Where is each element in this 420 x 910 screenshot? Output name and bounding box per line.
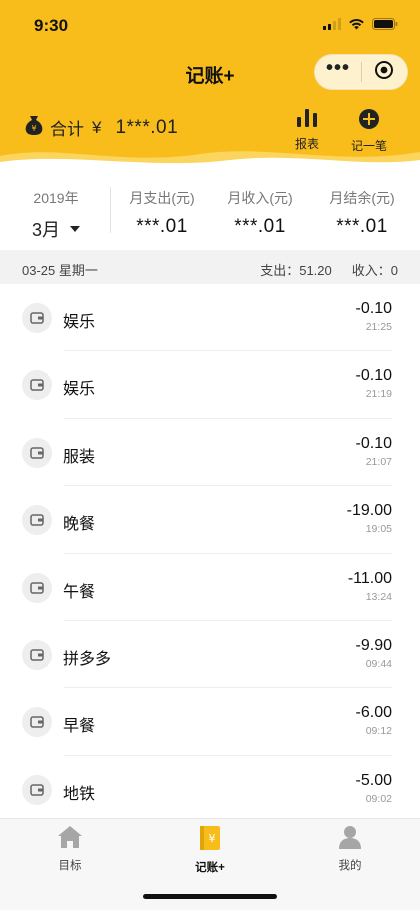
wifi-icon bbox=[348, 17, 365, 35]
month-summary: 2019年 3月 月支出(元) ***.01 月收入(元) ***.01 月结余… bbox=[0, 170, 420, 250]
record-time: 21:19 bbox=[365, 388, 392, 401]
monthly-income-label: 月收入(元) bbox=[227, 190, 293, 206]
tab-accounting[interactable]: ¥ 记账+ bbox=[170, 825, 250, 875]
total-label: 合计 bbox=[50, 120, 84, 139]
close-mini-program-button[interactable] bbox=[362, 60, 407, 85]
home-icon bbox=[57, 826, 83, 853]
record-amount: -5.00 bbox=[355, 771, 392, 789]
record-time: 09:12 bbox=[365, 725, 392, 738]
record-time: 13:24 bbox=[365, 590, 392, 603]
record-category: 午餐 bbox=[63, 583, 96, 601]
wallet-icon bbox=[22, 370, 52, 401]
total-value: 1***.01 bbox=[115, 116, 179, 138]
monthly-balance-label: 月结余(元) bbox=[329, 190, 395, 206]
record-category: 早餐 bbox=[63, 718, 96, 736]
tab-profile-label: 我的 bbox=[338, 860, 362, 872]
tab-profile[interactable]: 我的 bbox=[310, 825, 390, 873]
day-income: 收入：0 bbox=[351, 263, 398, 278]
record-time: 19:05 bbox=[365, 523, 392, 536]
svg-text:¥: ¥ bbox=[31, 124, 36, 133]
monthly-balance-value: ***.01 bbox=[336, 216, 388, 237]
monthly-expense: 月支出(元) ***.01 bbox=[122, 188, 202, 238]
mini-program-capsule: ••• bbox=[314, 54, 408, 90]
year-label: 2019年 bbox=[33, 190, 79, 206]
record-row[interactable]: 娱乐 -0.10 21:25 bbox=[0, 284, 420, 352]
month-label: 3月 bbox=[31, 220, 60, 240]
monthly-expense-value: ***.01 bbox=[136, 216, 188, 237]
summary-divider bbox=[110, 187, 111, 233]
record-list: 娱乐 -0.10 21:25 娱乐 -0.10 21:19 服装 -0.10 2… bbox=[0, 284, 420, 823]
tab-goals-label: 目标 bbox=[58, 860, 82, 872]
record-category: 服装 bbox=[63, 448, 96, 466]
record-row[interactable]: 娱乐 -0.10 21:19 bbox=[0, 351, 420, 419]
wallet-icon bbox=[22, 505, 52, 536]
record-amount: -0.10 bbox=[355, 300, 392, 317]
tab-accounting-label: 记账+ bbox=[195, 862, 225, 874]
currency-symbol: ¥ bbox=[92, 117, 102, 137]
record-row[interactable]: 服装 -0.10 21:07 bbox=[0, 419, 420, 487]
monthly-income-value: ***.01 bbox=[234, 216, 286, 237]
more-button[interactable]: ••• bbox=[315, 58, 361, 86]
record-amount: -6.00 bbox=[355, 704, 392, 722]
status-bar: 9:30 bbox=[0, 0, 420, 50]
bar-chart-icon bbox=[296, 109, 318, 132]
money-bag-icon: ¥ bbox=[24, 114, 44, 141]
record-row[interactable]: 午餐 -11.00 13:24 bbox=[0, 554, 420, 621]
monthly-income: 月收入(元) ***.01 bbox=[220, 188, 300, 238]
record-category: 晚餐 bbox=[63, 516, 96, 534]
record-row[interactable]: 拼多多 -9.90 09:44 bbox=[0, 621, 420, 689]
month-picker[interactable]: 2019年 3月 bbox=[26, 188, 86, 242]
day-expense: 支出：51.20 bbox=[260, 263, 332, 278]
wallet-icon bbox=[22, 774, 52, 805]
record-time: 21:07 bbox=[365, 455, 392, 468]
target-icon bbox=[374, 60, 394, 85]
day-header: 03-25 星期一 支出：51.20 收入：0 bbox=[0, 250, 420, 284]
record-amount: -9.90 bbox=[355, 636, 392, 654]
status-icons bbox=[323, 17, 398, 35]
wallet-icon bbox=[22, 437, 52, 468]
record-category: 娱乐 bbox=[63, 381, 96, 399]
monthly-balance: 月结余(元) ***.01 bbox=[322, 188, 402, 238]
monthly-expense-label: 月支出(元) bbox=[129, 190, 195, 206]
record-row[interactable]: 地铁 -5.00 09:02 bbox=[0, 756, 420, 823]
svg-text:¥: ¥ bbox=[209, 832, 216, 845]
caret-down-icon bbox=[70, 226, 80, 232]
total-balance: ¥ 合计 ¥ 1***.01 bbox=[24, 114, 178, 141]
record-amount: -0.10 bbox=[355, 367, 392, 385]
home-indicator bbox=[143, 894, 277, 899]
yen-book-icon: ¥ bbox=[199, 826, 221, 855]
header: 9:30 记账+ ••• ¥ 合计 ¥ 1***.01 报表 记一笔 bbox=[0, 0, 420, 170]
battery-icon bbox=[372, 17, 398, 35]
record-time: 09:02 bbox=[365, 792, 392, 805]
record-amount: -19.00 bbox=[346, 502, 392, 520]
record-amount: -0.10 bbox=[355, 434, 392, 452]
record-category: 娱乐 bbox=[63, 314, 96, 331]
tab-goals[interactable]: 目标 bbox=[30, 825, 110, 873]
status-time: 9:30 bbox=[34, 16, 69, 35]
record-row[interactable]: 晚餐 -19.00 19:05 bbox=[0, 486, 420, 554]
record-category: 地铁 bbox=[63, 785, 96, 803]
user-icon bbox=[338, 826, 362, 853]
wallet-icon bbox=[22, 303, 52, 333]
record-row[interactable]: 早餐 -6.00 09:12 bbox=[0, 688, 420, 756]
record-amount: -11.00 bbox=[347, 569, 392, 587]
header-wave bbox=[0, 151, 420, 170]
wallet-icon bbox=[22, 707, 52, 738]
signal-icon bbox=[323, 17, 341, 35]
record-time: 21:25 bbox=[365, 321, 392, 333]
record-time: 09:44 bbox=[365, 657, 392, 670]
record-category: 拼多多 bbox=[63, 650, 112, 668]
plus-circle-icon bbox=[358, 109, 380, 134]
wallet-icon bbox=[22, 572, 52, 603]
wallet-icon bbox=[22, 639, 52, 670]
day-date: 03-25 星期一 bbox=[22, 263, 98, 278]
